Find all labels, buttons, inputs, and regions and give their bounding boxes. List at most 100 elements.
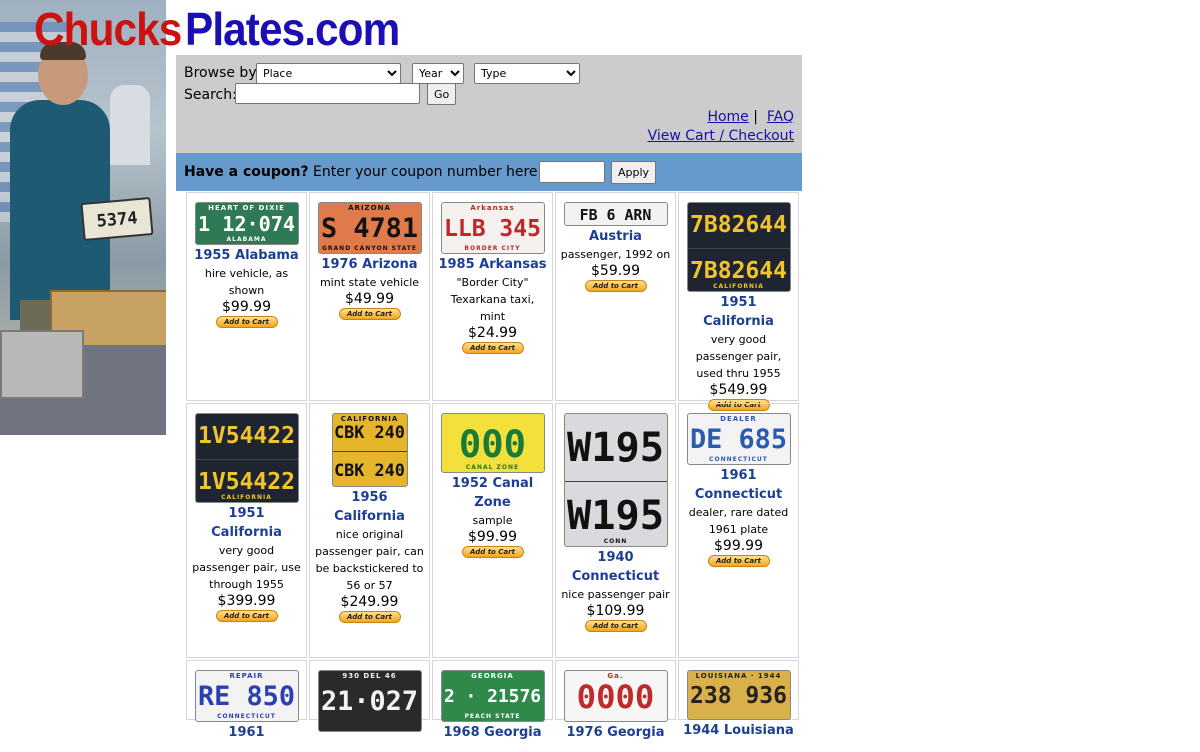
product-description: "Border City" Texarkana taxi, mint	[450, 276, 535, 323]
logo-part-1: Chucks	[34, 3, 182, 55]
product-image[interactable]: FB 6 ARN	[563, 202, 668, 226]
product-price: $59.99	[591, 263, 640, 279]
product-description: nice original passenger pair, can be bac…	[315, 528, 424, 592]
product-price: $99.99	[222, 299, 271, 315]
type-select[interactable]: Type	[474, 63, 580, 84]
coupon-input[interactable]	[539, 161, 605, 183]
product-image[interactable]: DE 685 DEALER CONNECTICUT	[686, 413, 791, 465]
product-image[interactable]: 0000 Ga.	[563, 670, 668, 722]
product-title[interactable]: 1968 Georgia	[433, 723, 552, 742]
product-description: hire vehicle, as shown	[204, 267, 289, 297]
plate-bottom-text: CONNECTICUT	[709, 456, 768, 463]
plate-bottom-text: CONN	[603, 538, 628, 545]
product-image[interactable]: RE 850 REPAIR CONNECTICUT	[194, 670, 299, 722]
product-image[interactable]: 1V54422 1V54422 CALIFORNIA	[194, 413, 299, 503]
plate-top-text: LOUISIANA · 1944	[695, 672, 782, 680]
product-price: $109.99	[586, 603, 645, 619]
product-cell: FB 6 ARN Austria passenger, 1992 on $59.99 A…	[555, 192, 676, 401]
plate-number: FB 6 ARN	[579, 206, 652, 224]
plate-number: W195	[566, 424, 665, 471]
add-to-cart-button[interactable]: Add to Cart	[584, 620, 647, 632]
product-cell: 000 CANAL ZONE 1952 Canal Zone sample $99.99…	[432, 403, 553, 658]
product-title[interactable]: 1961 Connecticut	[679, 466, 798, 504]
product-image[interactable]: 7B82644 7B82644 CALIFORNIA	[686, 202, 791, 292]
plate-top-text: REPAIR	[229, 672, 264, 680]
product-cell: DE 685 DEALER CONNECTICUT 1961 Connecticut d…	[678, 403, 799, 658]
search-input[interactable]	[235, 83, 420, 104]
product-title[interactable]: 1976 Arizona	[310, 255, 429, 274]
add-to-cart-button[interactable]: Add to Cart	[215, 316, 278, 328]
plate-bottom-text: BORDER CITY	[464, 245, 521, 252]
coupon-text: Have a coupon? Enter your coupon number …	[184, 164, 580, 180]
product-price: $399.99	[217, 593, 276, 609]
plate-bottom-text: ALABAMA	[226, 236, 267, 243]
product-image[interactable]: 2 · 21576 GEORGIA PEACH STATE	[440, 670, 545, 722]
product-title[interactable]: 1985 Arkansas	[433, 255, 552, 274]
browse-panel: Browse by Place Year Type Search: Go Hom…	[176, 55, 802, 153]
place-select[interactable]: Place	[256, 63, 401, 84]
product-title[interactable]: 1955 Alabama	[187, 246, 306, 265]
product-price: $99.99	[714, 538, 763, 554]
view-cart-link[interactable]: View Cart / Checkout	[648, 128, 794, 144]
product-title[interactable]: 1976 Georgia	[556, 723, 675, 742]
add-to-cart-button[interactable]: Add to Cart	[338, 308, 401, 320]
product-price: $549.99	[709, 382, 768, 398]
coupon-bold-label: Have a coupon?	[184, 164, 309, 180]
product-description: very good passenger pair, use through 19…	[192, 544, 301, 591]
add-to-cart-button[interactable]: Add to Cart	[461, 342, 524, 354]
product-title[interactable]: 1961	[187, 723, 306, 742]
product-image[interactable]: S 4781 ARIZONA GRAND CANYON STATE	[317, 202, 422, 254]
plate-number: 1V54422	[198, 423, 295, 449]
plate-bottom-text: PEACH STATE	[464, 713, 521, 720]
site-logo[interactable]: ChucksPlates.com	[34, 2, 400, 56]
product-cell: 21·027 930 DEL 46	[309, 660, 430, 732]
product-cell: 2 · 21576 GEORGIA PEACH STATE 1968 Georgia	[432, 660, 553, 740]
add-to-cart-button[interactable]: Add to Cart	[338, 611, 401, 623]
plate-bottom-text: CALIFORNIA	[221, 494, 272, 501]
product-image[interactable]: W195 W195 CONN	[563, 413, 668, 547]
plate-bottom-text: GRAND CANYON STATE	[321, 245, 417, 252]
product-price: $99.99	[468, 529, 517, 545]
browse-label: Browse by	[184, 65, 257, 81]
product-image[interactable]: CBK 240 CBK 240 CALIFORNIA	[331, 413, 408, 487]
product-description: dealer, rare dated 1961 plate	[688, 506, 789, 536]
plate-top-text: HEART OF DIXIE	[208, 204, 285, 212]
nav-separator: |	[753, 109, 758, 125]
home-link[interactable]: Home	[707, 109, 748, 125]
plate-bottom-text: CALIFORNIA	[713, 283, 764, 290]
add-to-cart-button[interactable]: Add to Cart	[584, 280, 647, 292]
product-title[interactable]: 1944 Louisiana	[679, 721, 798, 740]
product-description: passenger, 1992 on	[560, 248, 671, 261]
plate-number: 7B82644	[690, 212, 787, 238]
product-price: $49.99	[345, 291, 394, 307]
faq-link[interactable]: FAQ	[767, 109, 794, 125]
product-price: $24.99	[468, 325, 517, 341]
plate-number: 21·027	[320, 686, 419, 717]
product-cell: S 4781 ARIZONA GRAND CANYON STATE 1976 Ariz…	[309, 192, 430, 401]
chuck-photo: 5374	[0, 0, 166, 435]
go-button[interactable]: Go	[427, 83, 457, 105]
product-title[interactable]: 1951 California	[679, 293, 798, 331]
plate-bottom-text: CONNECTICUT	[217, 713, 276, 720]
product-cell: CBK 240 CBK 240 CALIFORNIA 1956 California n…	[309, 403, 430, 658]
logo-part-2: Plates.com	[185, 3, 400, 55]
year-select[interactable]: Year	[412, 63, 464, 84]
product-image[interactable]: 21·027 930 DEL 46	[317, 670, 422, 732]
product-title[interactable]: Austria	[556, 227, 675, 246]
plate-top-text: DEALER	[720, 415, 757, 423]
product-image[interactable]: 238 936 LOUISIANA · 1944	[686, 670, 791, 720]
product-image[interactable]: 000 CANAL ZONE	[440, 413, 545, 473]
add-to-cart-button[interactable]: Add to Cart	[707, 555, 770, 567]
add-to-cart-button[interactable]: Add to Cart	[215, 610, 278, 622]
product-title[interactable]: 1940 Connecticut	[556, 548, 675, 586]
product-description: very good passenger pair, used thru 1955	[695, 333, 782, 380]
product-image[interactable]: LLB 345 Arkansas BORDER CITY	[440, 202, 545, 254]
product-description: sample	[472, 514, 513, 527]
product-title[interactable]: 1951 California	[187, 504, 306, 542]
browse-row: Browse by	[184, 65, 257, 81]
product-title[interactable]: 1956 California	[310, 488, 429, 526]
apply-button[interactable]: Apply	[611, 161, 657, 184]
product-title[interactable]: 1952 Canal Zone	[433, 474, 552, 512]
add-to-cart-button[interactable]: Add to Cart	[461, 546, 524, 558]
product-image[interactable]: 1 12·074 HEART OF DIXIE ALABAMA	[194, 202, 299, 245]
